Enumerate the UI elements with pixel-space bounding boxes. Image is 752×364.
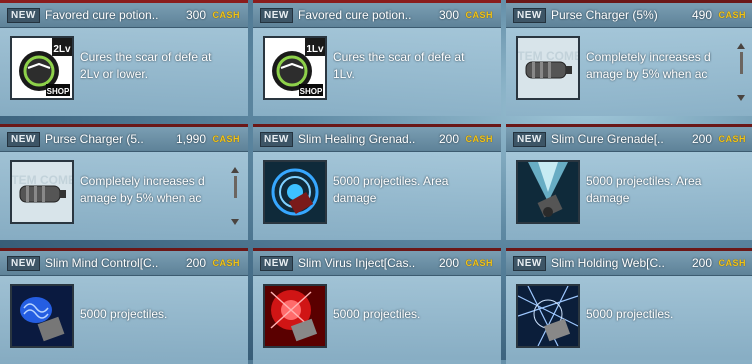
- item-name: Slim Cure Grenade[..: [551, 132, 664, 146]
- shop-item-card[interactable]: NEW Slim Holding Web[C.. 200 CASH 5000 p…: [506, 248, 752, 364]
- shop-item-card[interactable]: NEW Slim Mind Control[C.. 200 CASH 5000 …: [0, 248, 248, 364]
- new-badge: NEW: [7, 256, 40, 271]
- icon-level-label: 2Lv: [53, 44, 71, 55]
- cure-potion-2lv-icon[interactable]: 2Lv SHOP: [10, 36, 74, 100]
- icon-watermark: ITEM COME: [12, 173, 72, 187]
- purse-charger-icon[interactable]: ITEM COME: [516, 36, 580, 100]
- new-badge: NEW: [513, 132, 546, 147]
- shop-item-card[interactable]: NEW Favored cure potion.. 300 CASH 1Lv S…: [253, 0, 501, 116]
- cash-label: CASH: [718, 258, 746, 268]
- scroll-up-arrow-icon[interactable]: [231, 167, 240, 174]
- item-price: 490: [691, 8, 712, 22]
- item-name: Favored cure potion..: [298, 8, 412, 22]
- cash-label: CASH: [465, 134, 493, 144]
- item-price: 1,990: [175, 132, 206, 146]
- mind-control-icon[interactable]: [10, 284, 74, 348]
- shop-item-card[interactable]: NEW Slim Cure Grenade[.. 200 CASH 5000 p…: [506, 124, 752, 240]
- item-name: Purse Charger (5%): [551, 8, 658, 22]
- new-badge: NEW: [7, 8, 40, 23]
- cure-grenade-icon[interactable]: [516, 160, 580, 224]
- scroll-down-arrow-icon[interactable]: [737, 95, 746, 102]
- new-badge: NEW: [513, 256, 546, 271]
- holding-web-icon[interactable]: [516, 284, 580, 348]
- scrollbar[interactable]: [234, 176, 237, 198]
- icon-watermark: ITEM COME: [518, 49, 578, 63]
- item-description: Cures the scar of defe at 1Lv.: [333, 50, 465, 81]
- virus-inject-icon[interactable]: [263, 284, 327, 348]
- cash-label: CASH: [212, 134, 240, 144]
- shop-item-card[interactable]: NEW Slim Virus Inject[Cas.. 200 CASH 500…: [253, 248, 501, 364]
- cash-label: CASH: [212, 258, 240, 268]
- icon-tag-label: SHOP: [47, 87, 70, 96]
- item-description: 5000 projectiles.: [333, 307, 421, 321]
- item-description: 5000 projectiles.: [586, 307, 674, 321]
- item-price: 300: [185, 8, 206, 22]
- item-price: 200: [185, 256, 206, 270]
- cash-label: CASH: [718, 10, 746, 20]
- cash-label: CASH: [212, 10, 240, 20]
- cash-label: CASH: [718, 134, 746, 144]
- item-price: 300: [438, 8, 459, 22]
- item-description: Completely increases d amage by 5% when …: [80, 174, 205, 205]
- item-name: Favored cure potion..: [45, 8, 159, 22]
- new-badge: NEW: [7, 132, 40, 147]
- cash-label: CASH: [465, 10, 493, 20]
- shop-item-card[interactable]: NEW Purse Charger (5.. 1,990 CASH ITEM C…: [0, 124, 248, 240]
- new-badge: NEW: [260, 132, 293, 147]
- item-name: Slim Healing Grenad..: [298, 132, 416, 146]
- item-description: Completely increases d amage by 5% when …: [586, 50, 711, 81]
- item-description: Cures the scar of defe at 2Lv or lower.: [80, 50, 212, 81]
- new-badge: NEW: [513, 8, 546, 23]
- purse-charger-icon[interactable]: ITEM COME: [10, 160, 74, 224]
- cash-label: CASH: [465, 258, 493, 268]
- item-price: 200: [438, 256, 459, 270]
- item-name: Slim Mind Control[C..: [45, 256, 159, 270]
- new-badge: NEW: [260, 8, 293, 23]
- shop-item-card[interactable]: NEW Purse Charger (5%) 490 CASH ITEM COM…: [506, 0, 752, 116]
- item-price: 200: [438, 132, 459, 146]
- shop-item-card[interactable]: NEW Slim Healing Grenad.. 200 CASH 5000 …: [253, 124, 501, 240]
- scroll-down-arrow-icon[interactable]: [231, 219, 240, 226]
- scroll-up-arrow-icon[interactable]: [737, 43, 746, 50]
- icon-level-label: 1Lv: [306, 44, 324, 55]
- item-description: 5000 projectiles. Area damage: [586, 174, 702, 205]
- item-name: Slim Holding Web[C..: [551, 256, 665, 270]
- item-description: 5000 projectiles. Area damage: [333, 174, 449, 205]
- item-name: Slim Virus Inject[Cas..: [298, 256, 416, 270]
- shop-item-card[interactable]: NEW Favored cure potion.. 300 CASH 2Lv S…: [0, 0, 248, 116]
- new-badge: NEW: [260, 256, 293, 271]
- icon-tag-label: SHOP: [300, 87, 323, 96]
- item-price: 200: [691, 256, 712, 270]
- item-price: 200: [691, 132, 712, 146]
- cure-potion-1lv-icon[interactable]: 1Lv SHOP: [263, 36, 327, 100]
- item-description: 5000 projectiles.: [80, 307, 168, 321]
- healing-grenade-icon[interactable]: [263, 160, 327, 224]
- item-name: Purse Charger (5..: [45, 132, 144, 146]
- item-shop-grid: NEW Favored cure potion.. 300 CASH 2Lv S…: [0, 0, 752, 364]
- scrollbar[interactable]: [740, 52, 743, 74]
